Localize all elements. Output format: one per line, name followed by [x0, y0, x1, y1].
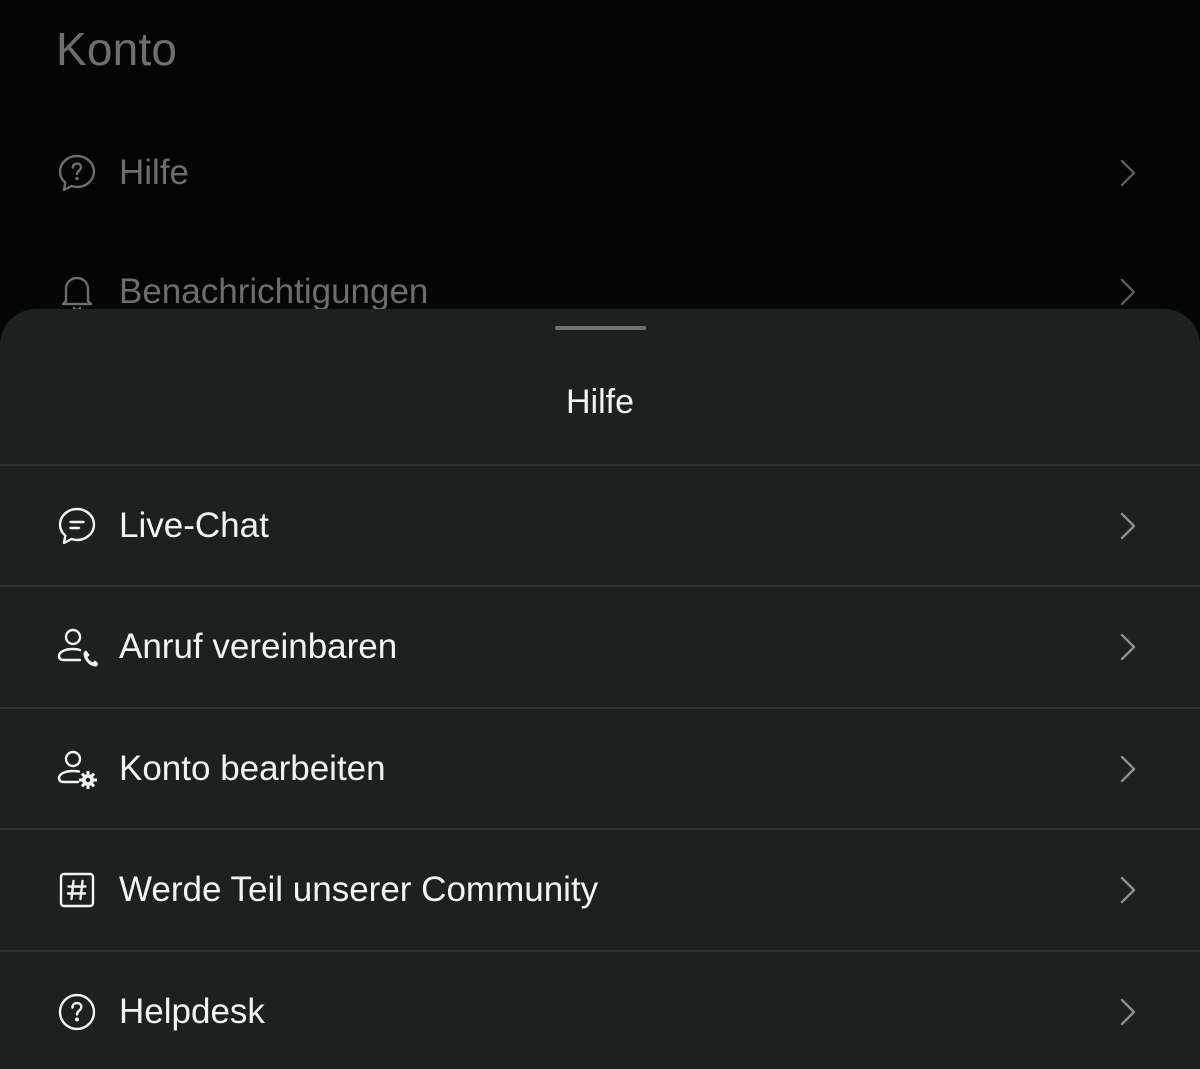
chevron-right-icon: [1116, 158, 1140, 188]
chevron-right-icon: [1116, 754, 1140, 784]
menu-item-label: Konto bearbeiten: [119, 749, 386, 788]
chevron-right-icon: [1116, 511, 1140, 541]
settings-item-label: Hilfe: [119, 153, 190, 192]
user-phone-icon: [56, 626, 98, 668]
chevron-right-icon: [1116, 997, 1140, 1027]
user-gear-icon: [56, 748, 98, 790]
menu-item-join-community[interactable]: Werde Teil unserer Community: [0, 830, 1200, 949]
settings-item-label: Benachrichtigungen: [119, 272, 429, 311]
bell-icon: [56, 271, 98, 313]
settings-item-help[interactable]: Hilfe: [0, 143, 1200, 203]
help-bottom-sheet: Hilfe Live-Chat Anruf vereinbaren Konto …: [0, 309, 1200, 1069]
page-title: Konto: [56, 23, 178, 75]
sheet-title: Hilfe: [565, 383, 635, 421]
chevron-right-icon: [1116, 277, 1140, 307]
menu-item-label: Werde Teil unserer Community: [119, 870, 599, 909]
chevron-right-icon: [1116, 632, 1140, 662]
menu-item-helpdesk[interactable]: Helpdesk: [0, 952, 1200, 1069]
chevron-right-icon: [1116, 875, 1140, 905]
hashtag-icon: [56, 869, 98, 911]
menu-item-edit-account[interactable]: Konto bearbeiten: [0, 709, 1200, 828]
menu-item-live-chat[interactable]: Live-Chat: [0, 466, 1200, 585]
menu-item-label: Live-Chat: [119, 506, 269, 545]
sheet-drag-handle[interactable]: [555, 326, 646, 330]
menu-item-schedule-call[interactable]: Anruf vereinbaren: [0, 587, 1200, 706]
menu-item-label: Helpdesk: [119, 992, 265, 1031]
menu-item-label: Anruf vereinbaren: [119, 627, 398, 666]
help-chat-icon: [56, 152, 98, 194]
chat-bubble-icon: [56, 505, 98, 547]
question-circle-icon: [56, 991, 98, 1033]
